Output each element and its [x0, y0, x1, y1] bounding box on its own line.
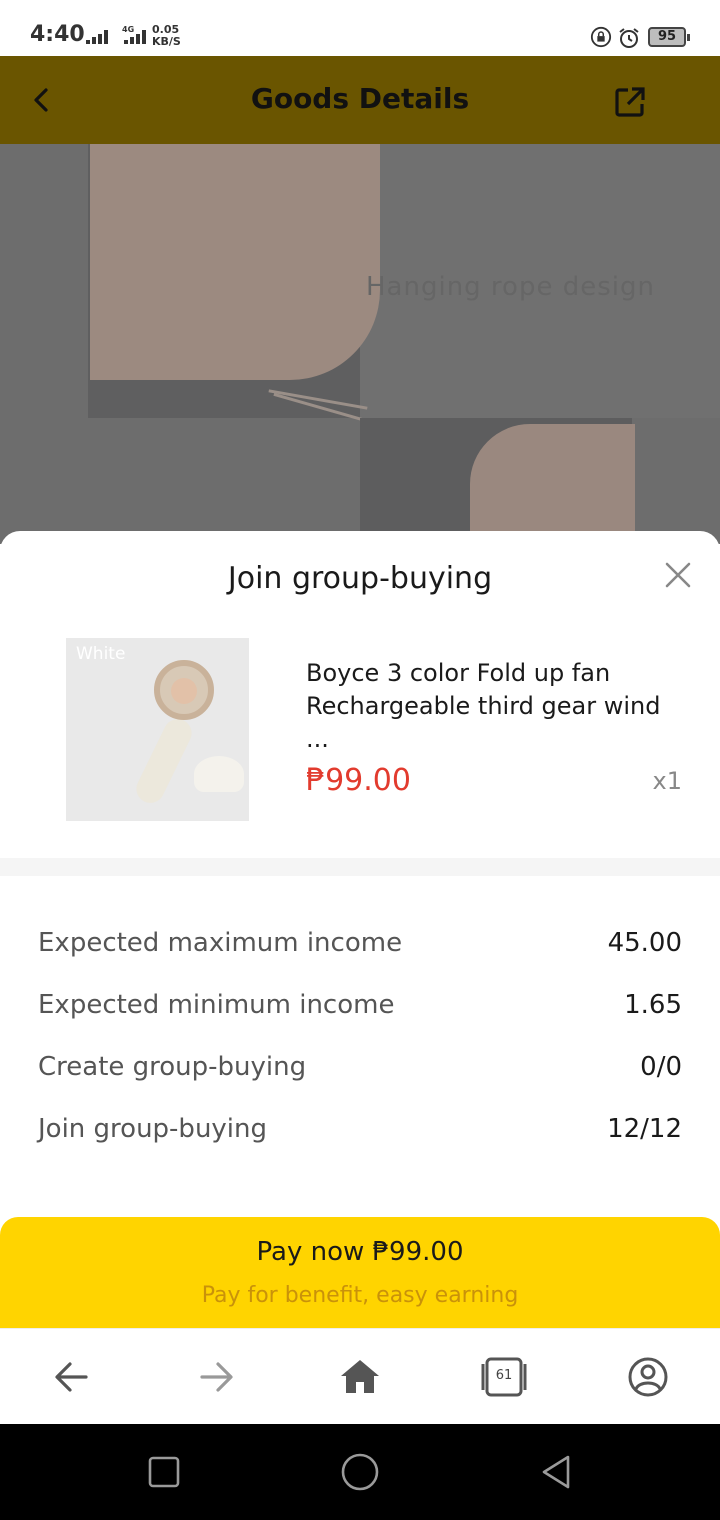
stat-row: Create group-buying 0/0: [38, 1052, 682, 1092]
product-quantity: x1: [652, 767, 682, 795]
status-time: 4:40: [30, 22, 85, 47]
alarm-icon: [619, 28, 639, 48]
join-group-sheet: Join group-buying White Boyce 3 color Fo…: [0, 531, 720, 1328]
product-name: Boyce 3 color Fold up fan Rechargeable t…: [306, 659, 661, 753]
pay-now-button[interactable]: Pay now ₱99.00 Pay for benefit, easy ear…: [0, 1217, 720, 1328]
back-arrow-icon[interactable]: [48, 1353, 96, 1401]
speed-unit: KB/S: [152, 35, 181, 48]
product-thumbnail: White: [66, 638, 249, 821]
product-image: Hanging rope design: [0, 144, 720, 544]
sheet-title: Join group-buying: [227, 561, 493, 596]
stat-row: Expected minimum income 1.65: [38, 990, 682, 1030]
home-circle-icon[interactable]: [340, 1452, 380, 1492]
product-photo-detail: [470, 424, 635, 544]
stat-label: Expected minimum income: [38, 990, 395, 1020]
status-bar: 4:40 4G 0.05 KB/S 95: [0, 0, 720, 56]
home-icon[interactable]: [336, 1353, 384, 1401]
browser-toolbar: 61: [0, 1328, 720, 1424]
battery-indicator: 95: [648, 27, 690, 47]
stat-value: 0/0: [640, 1052, 682, 1082]
app-header: Goods Details: [0, 56, 720, 144]
stat-row: Expected maximum income 45.00: [38, 928, 682, 968]
recents-icon[interactable]: [144, 1452, 184, 1492]
system-nav-bar: [0, 1424, 720, 1520]
pay-now-label: Pay now ₱99.00: [256, 1237, 464, 1267]
signal-strength-icon-2: [124, 28, 146, 44]
product-price: ₱99.00: [306, 763, 411, 798]
stat-label: Expected maximum income: [38, 928, 403, 958]
signal-strength-icon: [86, 28, 108, 44]
forward-arrow-icon[interactable]: [192, 1353, 240, 1401]
external-link-icon[interactable]: [610, 82, 650, 122]
fan-handle: [131, 714, 197, 808]
back-triangle-icon[interactable]: [536, 1452, 576, 1492]
stat-label: Join group-buying: [38, 1114, 268, 1144]
pay-subtitle: Pay for benefit, easy earning: [201, 1283, 519, 1308]
stat-row: Join group-buying 12/12: [38, 1114, 682, 1154]
variant-label: White: [76, 644, 126, 664]
tabs-count: 61: [495, 1368, 513, 1383]
tabs-icon[interactable]: 61: [480, 1353, 528, 1401]
stat-label: Create group-buying: [38, 1052, 307, 1082]
network-speed: 0.05 KB/S: [152, 24, 181, 48]
fan-center: [171, 678, 197, 704]
image-caption: Hanging rope design: [366, 272, 655, 302]
close-icon[interactable]: [660, 557, 696, 593]
stat-value: 12/12: [607, 1114, 682, 1144]
stat-value: 1.65: [624, 990, 682, 1020]
stat-value: 45.00: [607, 928, 682, 958]
section-divider: [0, 858, 720, 876]
fan-base: [194, 756, 244, 792]
rotation-lock-icon: [590, 26, 612, 48]
product-photo-fan: [90, 144, 380, 380]
profile-icon[interactable]: [624, 1353, 672, 1401]
